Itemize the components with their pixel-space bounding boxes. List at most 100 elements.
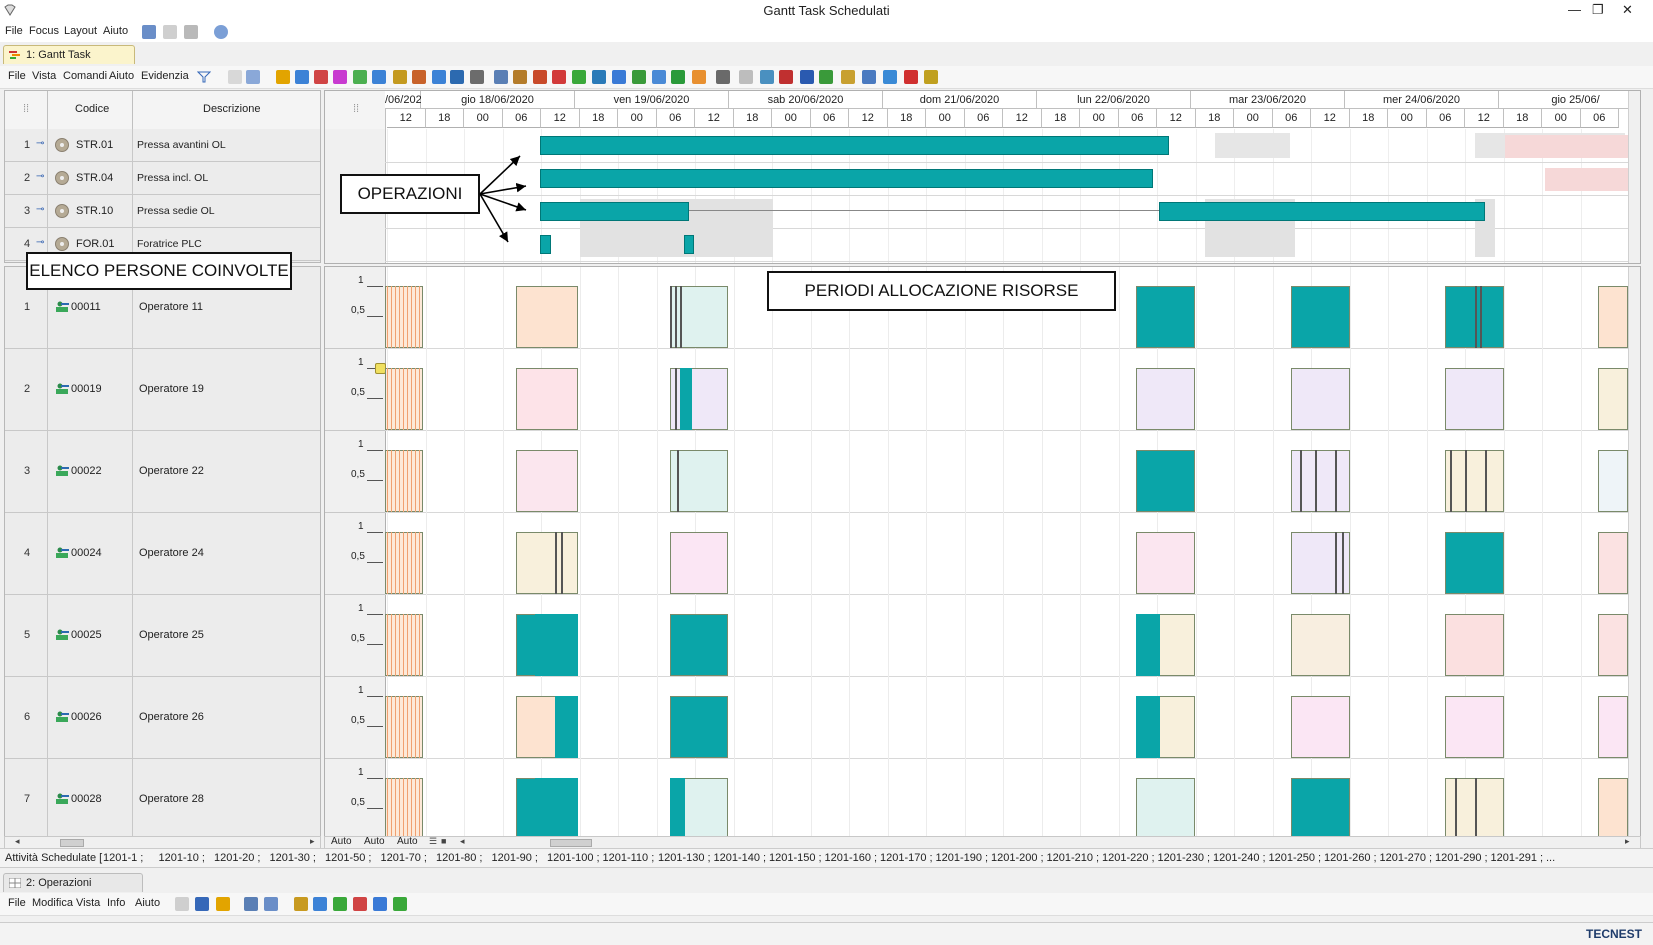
toolbar1-aiuto[interactable]: Aiuto (109, 70, 134, 82)
allocation-period[interactable] (516, 368, 578, 430)
export-icon[interactable] (142, 25, 156, 39)
gantt-scroll-right-icon[interactable]: ▸ (1625, 836, 1630, 847)
ops-row[interactable]: 3 ⊸ STR.10 Pressa sedie OL (5, 195, 320, 228)
header-codice[interactable]: Codice (75, 103, 109, 115)
auto-button-2[interactable]: Auto (364, 836, 385, 847)
status-activity-item[interactable]: 1201-130 ; (658, 852, 711, 864)
toolbar1-tool-icon[interactable] (470, 70, 484, 84)
allocation-period[interactable] (1598, 368, 1628, 430)
status-activity-item[interactable]: 1201-160 ; (825, 852, 878, 864)
status-activity-item[interactable]: 1201-250 ; (1269, 852, 1322, 864)
status-activity-item[interactable]: 1201-291 ; (1491, 852, 1544, 864)
scroll-right-icon[interactable]: ▸ (310, 836, 315, 847)
grid-view-icon[interactable]: ■ (441, 836, 446, 846)
toolbar1-tool-icon[interactable] (819, 70, 833, 84)
pin-icon[interactable]: ⊸ (36, 171, 44, 182)
toolbar1-tool-icon[interactable] (716, 70, 730, 84)
status-activity-item[interactable]: 1201-100 ; (547, 852, 600, 864)
status-activity-item[interactable]: 1201-170 ; (880, 852, 933, 864)
toolbar1-tool-icon[interactable] (883, 70, 897, 84)
operation-bar[interactable] (684, 235, 694, 254)
gantt-scroll-left-icon[interactable]: ◂ (460, 836, 465, 847)
toolbar1-tool-icon[interactable] (572, 70, 586, 84)
toolbar2-aiuto[interactable]: Aiuto (135, 897, 160, 909)
allocation-period[interactable] (1136, 286, 1195, 348)
status-activity-item[interactable]: 1201-30 ; (270, 852, 316, 864)
toolbar2-info[interactable]: Info (107, 897, 125, 909)
operation-bar[interactable] (540, 202, 689, 221)
status-activity-item[interactable]: 1201-220 ; (1102, 852, 1155, 864)
toolbar1-tool-icon[interactable] (246, 70, 260, 84)
list-view-icon[interactable]: ☰ (429, 836, 437, 847)
allocation-fragment[interactable] (1136, 614, 1160, 676)
status-activity-item[interactable]: 1201-270 ; (1380, 852, 1433, 864)
filter-icon[interactable] (197, 70, 211, 84)
operation-bar[interactable] (1159, 202, 1485, 221)
header-descrizione[interactable]: Descrizione (203, 103, 260, 115)
toolbar2-tool-icon[interactable] (294, 897, 308, 911)
status-activity-item[interactable]: 1201-190 ; (936, 852, 989, 864)
status-activity-item[interactable]: ... (1546, 852, 1555, 864)
toolbar1-tool-icon[interactable] (494, 70, 508, 84)
allocation-period[interactable] (1598, 696, 1628, 758)
close-icon[interactable]: ✕ (1622, 2, 1633, 18)
status-activity-item[interactable]: 1201-230 ; (1158, 852, 1211, 864)
allocation-fragment[interactable] (1136, 696, 1160, 758)
status-activity-item[interactable]: 1201-10 ; (159, 852, 205, 864)
allocation-period[interactable] (1598, 778, 1628, 837)
allocation-period[interactable] (1291, 286, 1350, 348)
allocation-period[interactable] (1136, 368, 1195, 430)
minimize-icon[interactable]: — (1568, 2, 1581, 17)
status-activity-item[interactable]: 1201-110 ; (603, 852, 655, 864)
menu-focus[interactable]: Focus (29, 25, 59, 37)
toolbar1-tool-icon[interactable] (841, 70, 855, 84)
scroll-left-icon[interactable]: ◂ (15, 836, 20, 847)
toolbar1-tool-icon[interactable] (393, 70, 407, 84)
toolbar1-tool-icon[interactable] (739, 70, 753, 84)
status-activity-item[interactable]: 1201-200 ; (991, 852, 1044, 864)
allocation-period[interactable] (516, 450, 578, 512)
menu-layout[interactable]: Layout (64, 25, 97, 37)
allocation-period[interactable] (1291, 778, 1350, 837)
pin-icon[interactable]: ⊸ (36, 237, 44, 248)
allocation-period[interactable] (516, 286, 578, 348)
allocation-period[interactable] (1598, 450, 1628, 512)
allocation-period[interactable] (1136, 450, 1195, 512)
toolbar1-tool-icon[interactable] (412, 70, 426, 84)
toolbar1-tool-icon[interactable] (652, 70, 666, 84)
menu-aiuto[interactable]: Aiuto (103, 25, 128, 37)
status-activity-item[interactable]: 1201-1 ; (103, 852, 143, 864)
allocation-period[interactable] (1598, 286, 1628, 348)
allocation-fragment[interactable] (535, 614, 578, 676)
toolbar2-tool-icon[interactable] (264, 897, 278, 911)
allocation-period[interactable] (1136, 778, 1195, 837)
resource-row[interactable]: 3 00022 Operatore 22 (5, 431, 320, 513)
pin-icon[interactable]: ⊸ (36, 204, 44, 215)
toolbar1-tool-icon[interactable] (276, 70, 290, 84)
toolbar1-tool-icon[interactable] (692, 70, 706, 84)
status-activity-item[interactable]: 1201-140 ; (714, 852, 767, 864)
toolbar1-tool-icon[interactable] (513, 70, 527, 84)
toolbar1-tool-icon[interactable] (800, 70, 814, 84)
status-activity-item[interactable]: 1201-260 ; (1324, 852, 1377, 864)
status-activity-item[interactable]: 1201-70 ; (381, 852, 427, 864)
auto-button-3[interactable]: Auto (397, 836, 418, 847)
diamond-icon[interactable] (214, 25, 228, 39)
toolbar2-tool-icon[interactable] (333, 897, 347, 911)
scroll-thumb[interactable] (60, 839, 84, 847)
allocation-period[interactable] (516, 532, 578, 594)
allocation-period[interactable] (1445, 532, 1504, 594)
allocation-period[interactable] (670, 614, 728, 676)
allocation-period[interactable] (670, 696, 728, 758)
allocation-period[interactable] (1598, 532, 1628, 594)
toolbar2-tool-icon[interactable] (175, 897, 189, 911)
allocation-fragment[interactable] (670, 778, 685, 837)
allocation-period[interactable] (1291, 614, 1350, 676)
status-activity-item[interactable]: 1201-80 ; (436, 852, 482, 864)
toolbar1-tool-icon[interactable] (924, 70, 938, 84)
ops-row[interactable]: 2 ⊸ STR.04 Pressa incl. OL (5, 162, 320, 195)
toolbar1-vista[interactable]: Vista (32, 70, 56, 82)
allocation-period[interactable] (1136, 532, 1195, 594)
gantt-bottom-vscroll[interactable] (1628, 267, 1640, 837)
toolbar2-tool-icon[interactable] (216, 897, 230, 911)
